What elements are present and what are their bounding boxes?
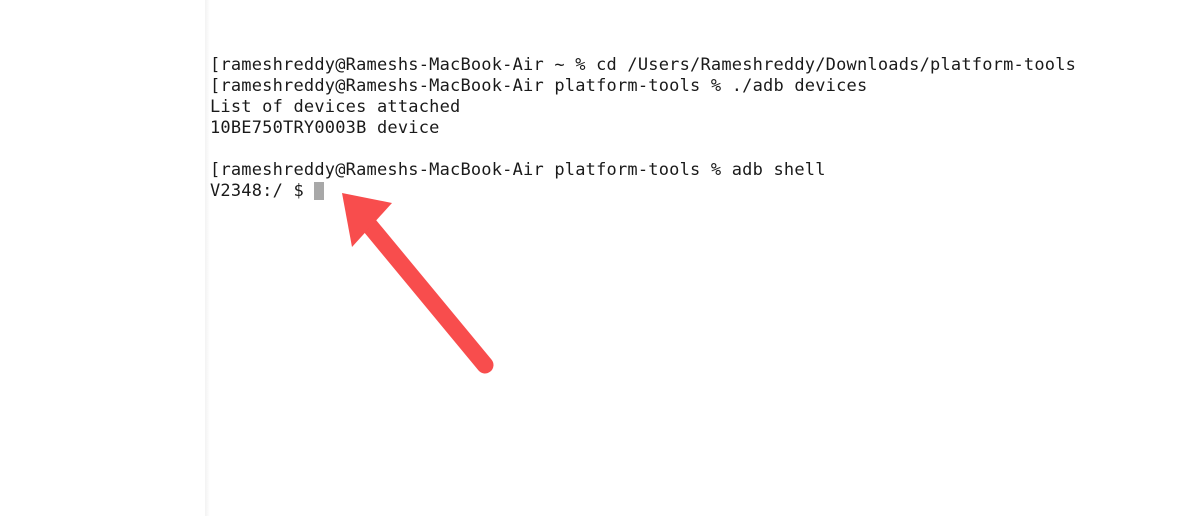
shell-prompt: V2348:/ $ xyxy=(210,181,314,201)
terminal-line: [rameshreddy@Rameshs-MacBook-Air platfor… xyxy=(210,76,1183,97)
terminal-line: [rameshreddy@Rameshs-MacBook-Air platfor… xyxy=(210,160,1183,181)
prompt-bracket: [ xyxy=(210,76,220,96)
terminal-line: [rameshreddy@Rameshs-MacBook-Air ~ % cd … xyxy=(210,55,1183,76)
command-text: adb shell xyxy=(721,160,825,180)
terminal-line: V2348:/ $ xyxy=(210,181,1183,202)
prompt-text: rameshreddy@Rameshs-MacBook-Air ~ % xyxy=(220,55,585,75)
command-text: cd /Users/Rameshreddy/Downloads/platform… xyxy=(586,55,1076,75)
prompt-bracket: [ xyxy=(210,55,220,75)
prompt-bracket: [ xyxy=(210,160,220,180)
terminal-line: 10BE750TRY0003B device xyxy=(210,118,1183,139)
output-text: 10BE750TRY0003B device xyxy=(210,118,440,138)
terminal-output[interactable]: [rameshreddy@Rameshs-MacBook-Air ~ % cd … xyxy=(210,55,1183,506)
output-text: List of devices attached xyxy=(210,97,460,117)
terminal-line: List of devices attached xyxy=(210,97,1183,118)
cursor-block[interactable] xyxy=(314,182,324,200)
command-text: ./adb devices xyxy=(721,76,867,96)
terminal-blank-line xyxy=(210,139,1183,160)
prompt-text: rameshreddy@Rameshs-MacBook-Air platform… xyxy=(220,76,721,96)
prompt-text: rameshreddy@Rameshs-MacBook-Air platform… xyxy=(220,160,721,180)
